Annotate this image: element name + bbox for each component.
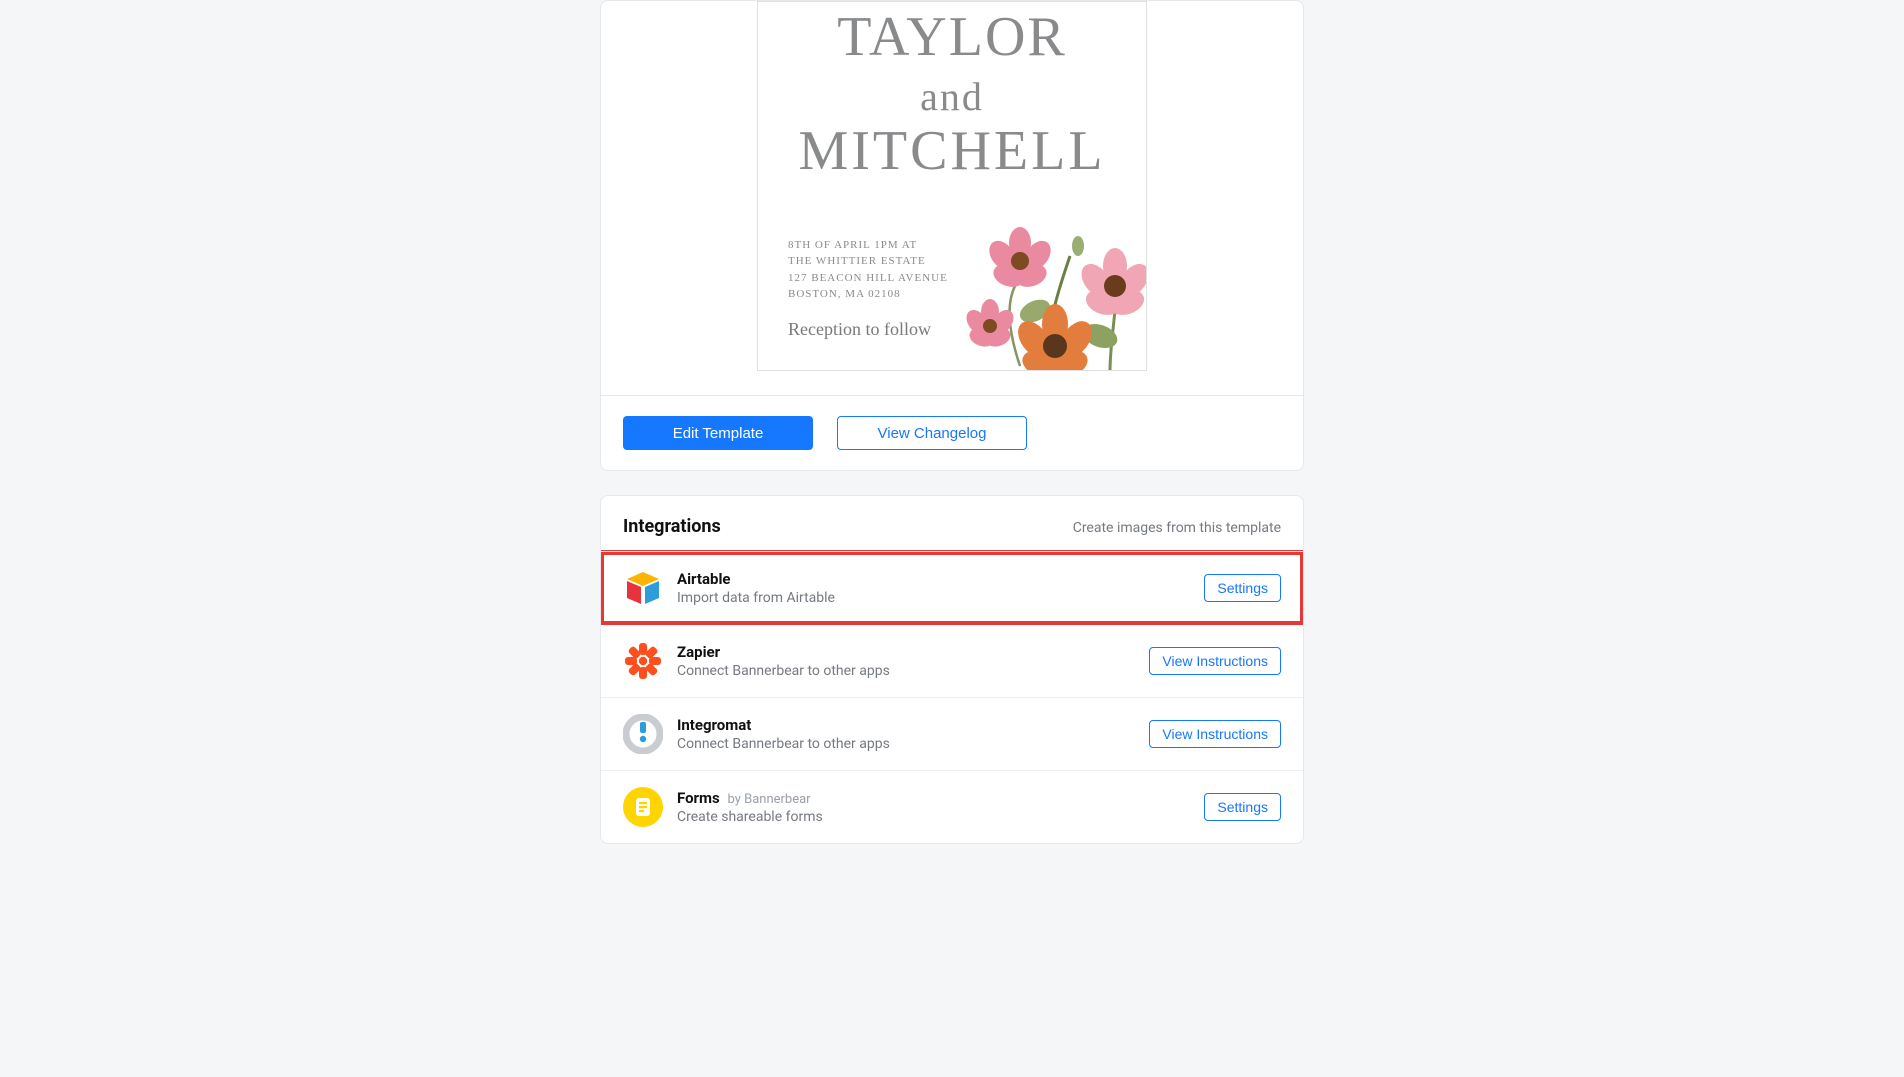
flowers-illustration (960, 216, 1147, 371)
integration-text: Zapier Connect Bannerbear to other apps (677, 643, 1135, 679)
integromat-instructions-button[interactable]: View Instructions (1149, 720, 1281, 748)
integration-desc: Create shareable forms (677, 809, 1190, 825)
integration-desc: Connect Bannerbear to other apps (677, 663, 1135, 679)
template-preview-card: TAYLOR and MITCHELL 8TH OF APRIL 1PM AT … (600, 0, 1304, 471)
integration-name: Forms (677, 789, 720, 807)
integration-text: Forms by Bannerbear Create shareable for… (677, 789, 1190, 825)
invitation-and: and (788, 73, 1116, 120)
airtable-logo-icon (623, 568, 663, 608)
zapier-logo-icon (623, 641, 663, 681)
integrations-title: Integrations (623, 516, 721, 537)
integration-row-integromat: Integromat Connect Bannerbear to other a… (601, 697, 1303, 770)
zapier-instructions-button[interactable]: View Instructions (1149, 647, 1281, 675)
integration-title: Forms by Bannerbear (677, 789, 1190, 807)
wedding-invitation-preview: TAYLOR and MITCHELL 8TH OF APRIL 1PM AT … (757, 1, 1147, 371)
template-actions-bar: Edit Template View Changelog (601, 395, 1303, 470)
integration-row-zapier: Zapier Connect Bannerbear to other apps … (601, 624, 1303, 697)
integration-desc: Connect Bannerbear to other apps (677, 736, 1135, 752)
view-changelog-button[interactable]: View Changelog (837, 416, 1027, 450)
forms-settings-button[interactable]: Settings (1204, 793, 1281, 821)
integration-desc: Import data from Airtable (677, 590, 1190, 606)
forms-logo-icon (623, 787, 663, 827)
airtable-settings-button[interactable]: Settings (1204, 574, 1281, 602)
integrations-subtitle: Create images from this template (1073, 520, 1281, 536)
integration-title: Integromat (677, 716, 1135, 734)
integration-text: Airtable Import data from Airtable (677, 570, 1190, 606)
template-preview-area: TAYLOR and MITCHELL 8TH OF APRIL 1PM AT … (601, 1, 1303, 395)
integration-title: Zapier (677, 643, 1135, 661)
invitation-name-2: MITCHELL (788, 122, 1116, 181)
integration-title: Airtable (677, 570, 1190, 588)
integrations-card: Integrations Create images from this tem… (600, 495, 1304, 844)
integration-text: Integromat Connect Bannerbear to other a… (677, 716, 1135, 752)
integromat-logo-icon (623, 714, 663, 754)
integrations-header: Integrations Create images from this tem… (601, 496, 1303, 551)
integration-row-forms: Forms by Bannerbear Create shareable for… (601, 770, 1303, 843)
invitation-names: TAYLOR and MITCHELL (788, 2, 1116, 181)
invitation-name-1: TAYLOR (788, 2, 1116, 67)
integration-byline: by Bannerbear (727, 792, 810, 807)
edit-template-button[interactable]: Edit Template (623, 416, 813, 450)
integration-row-airtable: Airtable Import data from Airtable Setti… (601, 551, 1303, 624)
